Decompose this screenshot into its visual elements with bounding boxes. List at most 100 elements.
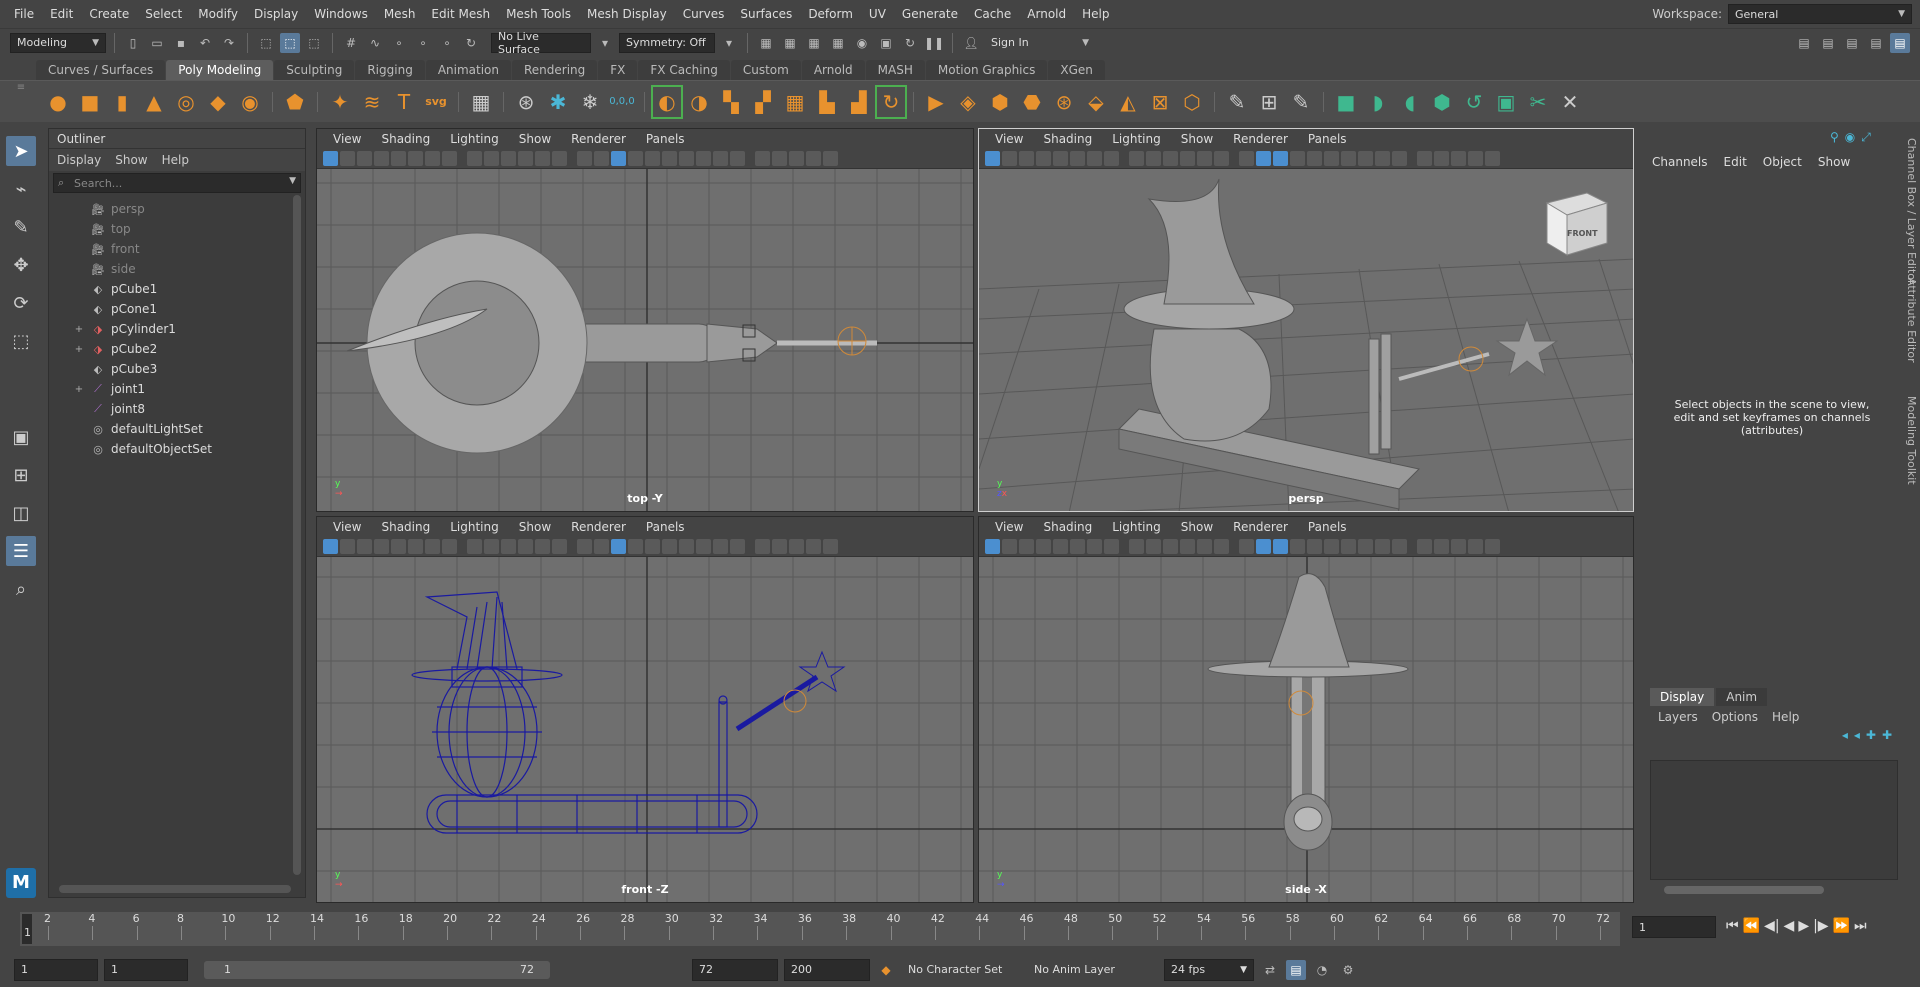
default-material-icon[interactable] (1273, 151, 1288, 166)
view-canvas[interactable]: FRONT y zx persp (979, 169, 1633, 511)
snap-grid-icon[interactable]: # (341, 33, 361, 53)
gate-mask-icon[interactable] (1163, 151, 1178, 166)
uv-layout-icon[interactable]: ▣ (1492, 87, 1520, 117)
gate-mask-icon[interactable] (1163, 539, 1178, 554)
panel-menu-lighting[interactable]: Lighting (440, 132, 509, 146)
shelf-tab-rendering[interactable]: Rendering (512, 60, 598, 80)
shadows-icon[interactable] (662, 539, 677, 554)
layer-menu-layers[interactable]: Layers (1658, 710, 1698, 724)
smooth-shade-icon[interactable] (1256, 539, 1271, 554)
reset-transform-icon[interactable]: 0,0,0 (608, 87, 636, 117)
modeling-toolkit-icon[interactable]: ▤ (1794, 33, 1814, 53)
bookmarks-icon[interactable] (1036, 151, 1051, 166)
remesh-icon[interactable]: ↻ (875, 84, 907, 119)
xray-joints-icon[interactable] (1451, 151, 1466, 166)
shadows-icon[interactable] (1324, 539, 1339, 554)
snap-rotate-icon[interactable]: ↻ (461, 33, 481, 53)
node-icon[interactable]: ⚲ (1830, 130, 1839, 145)
chevron-down-icon[interactable]: ▾ (719, 33, 739, 53)
center-pivot-icon[interactable]: ⊛ (512, 87, 540, 117)
grid-icon[interactable] (442, 151, 457, 166)
select-object-icon[interactable]: ⬚ (280, 32, 300, 53)
two-pane-layout-icon[interactable]: ◫ (6, 498, 36, 528)
bookmarks-icon[interactable] (1036, 539, 1051, 554)
default-material-icon[interactable] (611, 151, 626, 166)
viewport-top[interactable]: View Shading Lighting Show Renderer Panels (316, 128, 974, 512)
shelf-tab-rigging[interactable]: Rigging (355, 60, 425, 80)
loop-icon[interactable]: ⇄ (1260, 960, 1280, 980)
xray-joints-icon[interactable] (1451, 539, 1466, 554)
uv-cut-icon[interactable]: ✂ (1524, 87, 1552, 117)
resolution-gate-icon[interactable] (484, 151, 499, 166)
panel-menu-view[interactable]: View (985, 132, 1033, 146)
toggle-hud-icon[interactable] (1485, 539, 1500, 554)
shelf-tab-custom[interactable]: Custom (730, 60, 801, 80)
target-icon[interactable]: ◉ (1845, 130, 1855, 145)
scene-start-field[interactable]: 1 (14, 958, 98, 981)
lock-camera-icon[interactable] (340, 539, 355, 554)
gate-mask-icon[interactable] (501, 151, 516, 166)
anti-aliasing-icon[interactable] (1375, 539, 1390, 554)
xray-icon[interactable] (772, 539, 787, 554)
safe-title-icon[interactable] (552, 539, 567, 554)
side-tab-modeling-toolkit[interactable]: Modeling Toolkit (1905, 396, 1918, 485)
freeze-transform-icon[interactable]: ❄ (576, 87, 604, 117)
film-gate-icon[interactable] (1129, 539, 1144, 554)
xray-active-icon[interactable] (1468, 539, 1483, 554)
animation-prefs-icon[interactable]: ◔ (1312, 960, 1332, 980)
ambient-occlusion-icon[interactable] (679, 539, 694, 554)
motion-blur-icon[interactable] (1358, 151, 1373, 166)
channel-menu-show[interactable]: Show (1818, 155, 1850, 169)
make-hole-icon[interactable]: ⬙ (1082, 87, 1110, 117)
undo-icon[interactable]: ↶ (195, 33, 215, 53)
fps-dropdown[interactable]: 24 fps ▼ (1164, 958, 1254, 981)
outliner-item-pCylinder1[interactable]: + ⬗ pCylinder1 (69, 319, 305, 339)
textured-icon[interactable] (628, 539, 643, 554)
step-back-frame-icon[interactable]: ◀| (1764, 918, 1779, 934)
grid-icon[interactable] (1104, 151, 1119, 166)
layer-tab-display[interactable]: Display (1650, 688, 1715, 706)
view-canvas[interactable]: y → front -Z (317, 557, 973, 902)
ambient-occlusion-icon[interactable] (679, 151, 694, 166)
open-scene-icon[interactable]: ▭ (147, 33, 167, 53)
film-gate-icon[interactable] (467, 151, 482, 166)
go-to-start-icon[interactable]: ⏮ (1726, 918, 1739, 934)
smooth-shade-icon[interactable] (594, 151, 609, 166)
uv-planar-icon[interactable]: ■ (1332, 87, 1360, 117)
default-material-icon[interactable] (611, 539, 626, 554)
select-hierarchy-icon[interactable]: ⬚ (256, 33, 276, 53)
layer-tab-anim[interactable]: Anim (1716, 688, 1768, 706)
smooth-icon[interactable]: ▦ (781, 87, 809, 117)
safe-action-icon[interactable] (1197, 151, 1212, 166)
super-shape-icon[interactable]: ✦ (326, 87, 354, 117)
image-plane-icon[interactable] (1053, 539, 1068, 554)
paint-select-icon[interactable]: ✎ (6, 212, 36, 242)
panel-menu-lighting[interactable]: Lighting (1102, 520, 1171, 534)
shelf-tab-mash[interactable]: MASH (865, 60, 925, 80)
menu-curves[interactable]: Curves (675, 7, 733, 21)
channel-menu-channels[interactable]: Channels (1652, 155, 1708, 169)
new-scene-icon[interactable]: ▯ (123, 33, 143, 53)
character-set-dropdown[interactable]: No Character Set (902, 958, 1022, 981)
xray-joints-icon[interactable] (789, 151, 804, 166)
motion-blur-icon[interactable] (696, 151, 711, 166)
step-forward-frame-icon[interactable]: |▶ (1813, 918, 1828, 934)
shelf-tab-animation[interactable]: Animation (425, 60, 511, 80)
outliner-layout-icon[interactable]: ☰ (6, 536, 36, 566)
menu-edit[interactable]: Edit (42, 7, 81, 21)
save-scene-icon[interactable]: ▪ (171, 33, 191, 53)
grease-pencil-icon[interactable] (425, 151, 440, 166)
poly-disc-icon[interactable]: ◉ (236, 87, 264, 117)
append-icon[interactable]: ⬣ (1018, 87, 1046, 117)
image-plane-icon[interactable] (1053, 151, 1068, 166)
snap-view-plane-icon[interactable]: ∘ (413, 33, 433, 53)
side-tab-channel-box-layer-editor[interactable]: Channel Box / Layer Editor (1905, 138, 1918, 285)
move-tool-icon[interactable]: ✥ (6, 250, 36, 280)
make-live-icon[interactable]: ∘ (437, 33, 457, 53)
anim-layer-dropdown[interactable]: No Anim Layer (1028, 958, 1158, 981)
wireframe-icon[interactable] (577, 151, 592, 166)
expand-toggle[interactable]: + (69, 384, 89, 395)
render-setup-icon[interactable]: ▦ (756, 33, 776, 53)
four-view-layout-icon[interactable]: ⊞ (6, 460, 36, 490)
uv-sew-icon[interactable]: ✕ (1556, 87, 1584, 117)
